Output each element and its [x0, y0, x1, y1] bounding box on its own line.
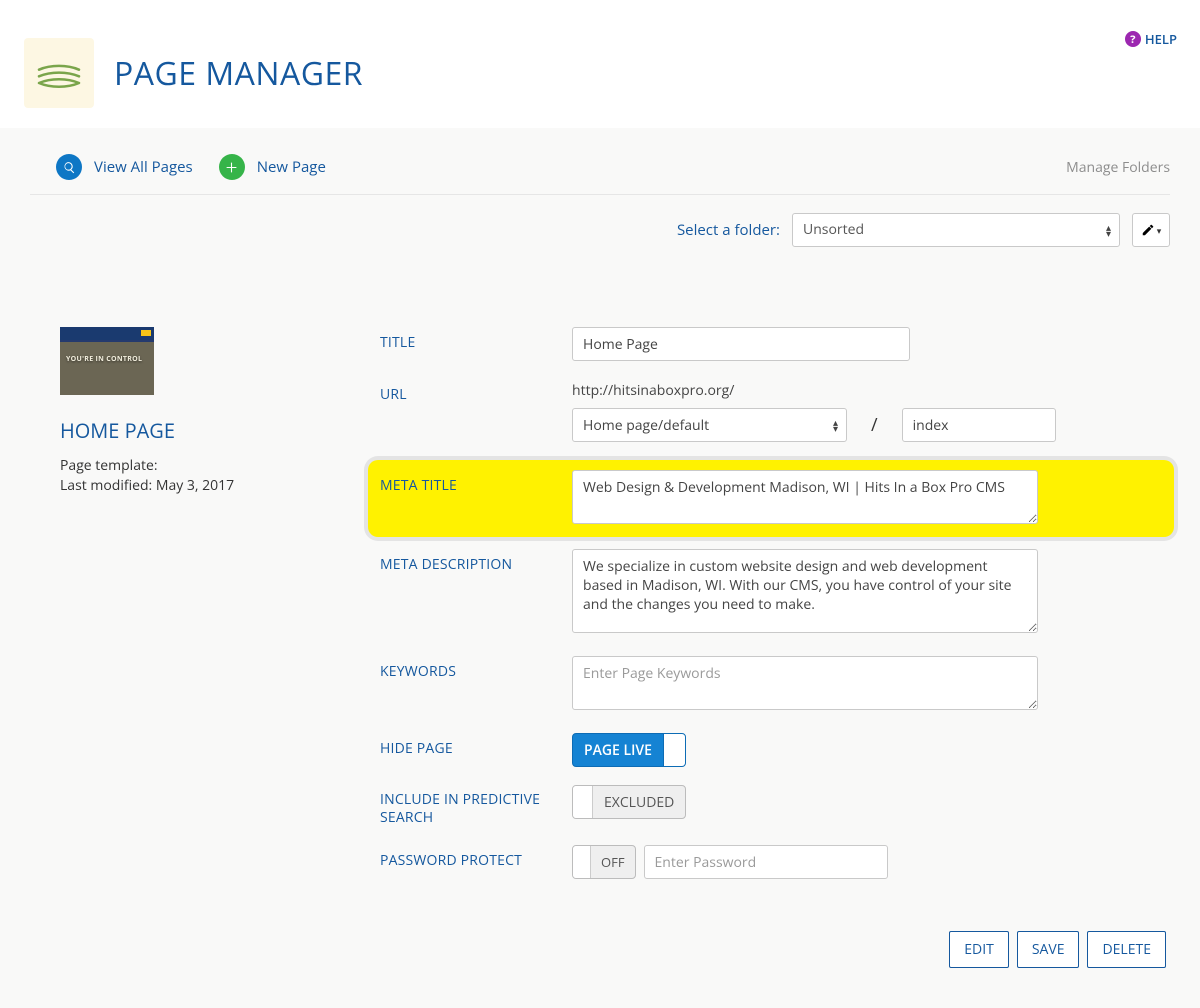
toggle-knob — [573, 786, 593, 818]
meta-title-label: META TITLE — [380, 470, 572, 495]
password-protect-toggle[interactable]: OFF — [572, 845, 636, 879]
url-base: http://hitsinaboxpro.org/ — [572, 379, 1108, 402]
action-buttons: EDIT SAVE DELETE — [380, 897, 1170, 968]
help-icon: ? — [1125, 31, 1141, 47]
url-slug-input[interactable] — [902, 408, 1056, 442]
url-slash: / — [871, 413, 878, 437]
toggle-knob — [573, 846, 591, 878]
help-link[interactable]: ? HELP — [1125, 30, 1177, 48]
password-protect-label: PASSWORD PROTECT — [380, 845, 572, 870]
page-thumbnail[interactable]: YOU'RE IN CONTROL — [60, 327, 154, 395]
last-modified: Last modified: May 3, 2017 — [60, 476, 340, 496]
url-template-select[interactable]: Home page/default ▴▾ — [572, 408, 847, 442]
chevron-up-down-icon: ▴▾ — [833, 419, 838, 431]
hide-page-toggle[interactable]: PAGE LIVE — [572, 733, 686, 767]
keywords-label: KEYWORDS — [380, 656, 572, 681]
page-template-label: Page template: — [60, 456, 340, 476]
title-label: TITLE — [380, 327, 572, 352]
folder-select[interactable]: Unsorted ▴▾ — [792, 213, 1120, 247]
page-name: HOME PAGE — [60, 417, 340, 444]
view-all-pages[interactable]: View All Pages — [56, 154, 193, 180]
toolbar: View All Pages New Page Manage Folders — [30, 148, 1170, 195]
fields: TITLE URL http://hitsinaboxpro.org/ Home… — [380, 327, 1170, 968]
page-title: PAGE MANAGER — [114, 52, 363, 95]
predictive-search-toggle[interactable]: EXCLUDED — [572, 785, 686, 819]
edit-folders-button[interactable]: ▾ — [1132, 213, 1170, 247]
hide-page-label: HIDE PAGE — [380, 733, 572, 758]
keywords-input[interactable] — [572, 656, 1038, 710]
meta-title-highlight: META TITLE Web Design & Development Madi… — [368, 460, 1174, 537]
meta-description-input[interactable]: We specialize in custom website design a… — [572, 549, 1038, 633]
password-input[interactable] — [644, 845, 888, 879]
help-label: HELP — [1145, 30, 1177, 48]
plus-icon — [219, 154, 245, 180]
page-summary: YOU'RE IN CONTROL HOME PAGE Page templat… — [30, 327, 340, 968]
edit-button[interactable]: EDIT — [949, 931, 1009, 968]
folder-selector-row: Select a folder: Unsorted ▴▾ ▾ — [30, 195, 1170, 247]
chevron-up-down-icon: ▴▾ — [1106, 224, 1111, 236]
caret-down-icon: ▾ — [1157, 224, 1162, 237]
content-area: View All Pages New Page Manage Folders S… — [0, 128, 1200, 1008]
predictive-search-label: INCLUDE IN PREDICTIVE SEARCH — [380, 785, 572, 827]
meta-description-label: META DESCRIPTION — [380, 549, 572, 574]
toggle-knob — [663, 734, 685, 766]
title-input[interactable] — [572, 327, 910, 361]
meta-title-input[interactable]: Web Design & Development Madison, WI | H… — [572, 470, 1038, 524]
new-page[interactable]: New Page — [219, 154, 326, 180]
manage-folders-link[interactable]: Manage Folders — [1066, 158, 1170, 177]
pencil-icon — [1141, 223, 1155, 237]
page-manager-icon — [24, 38, 94, 108]
url-label: URL — [380, 379, 572, 404]
folder-label: Select a folder: — [677, 220, 780, 240]
search-icon — [56, 154, 82, 180]
delete-button[interactable]: DELETE — [1087, 931, 1166, 968]
header: PAGE MANAGER — [0, 0, 1200, 128]
save-button[interactable]: SAVE — [1017, 931, 1080, 968]
